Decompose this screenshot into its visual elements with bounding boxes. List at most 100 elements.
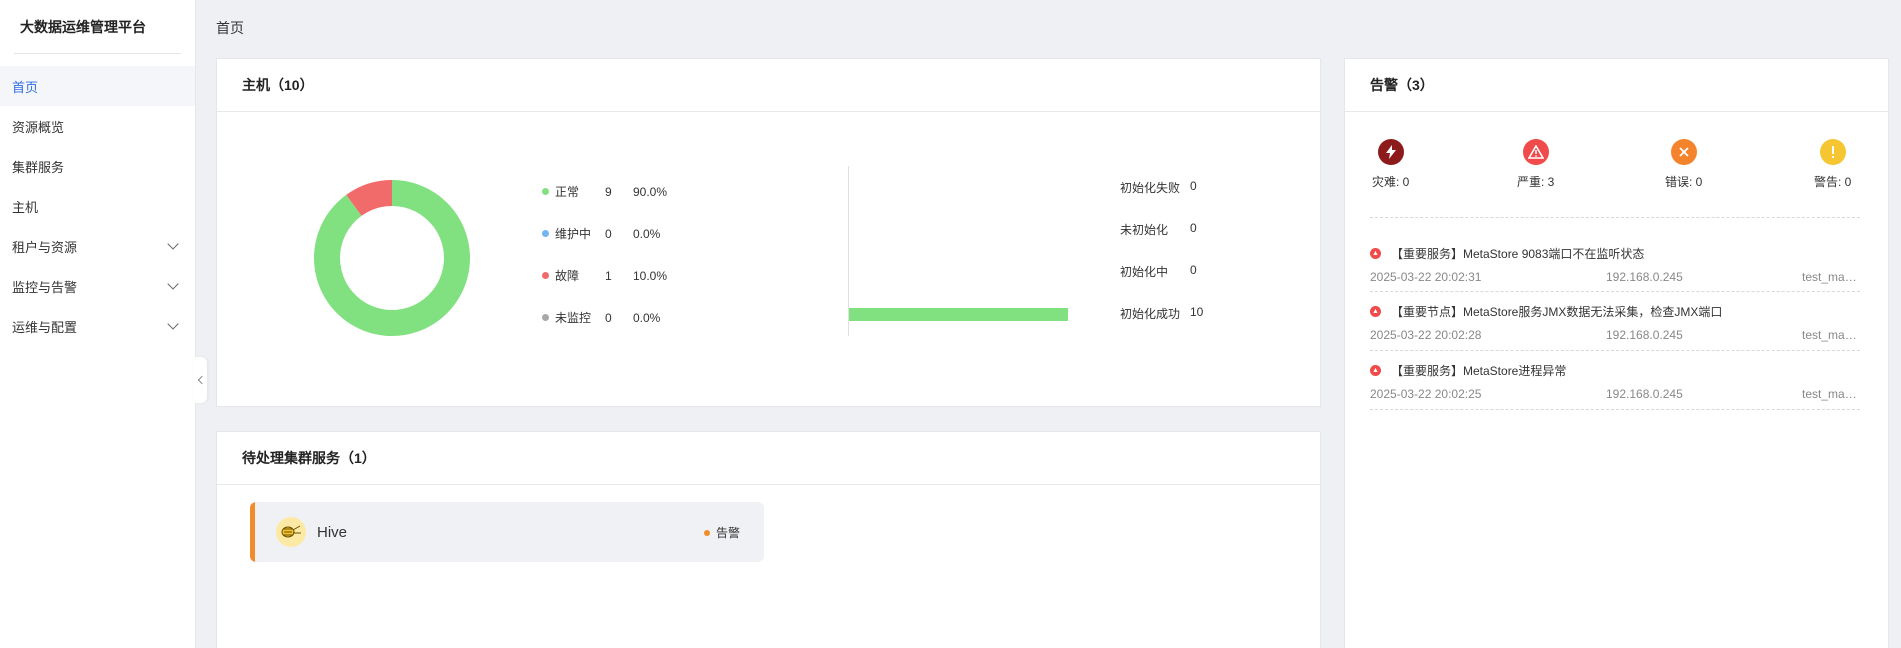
severity-label: 严重: 3 <box>1517 175 1555 189</box>
legend-percent: 90.0% <box>633 184 668 199</box>
legend-dot <box>542 230 549 237</box>
warning-triangle-icon <box>1522 139 1549 165</box>
alert-time: 2025-03-22 20:02:25 <box>1370 387 1482 401</box>
alert-severity-icon: ▲ <box>1370 305 1381 317</box>
init-status-uninitialized: 未初始化 0 <box>1120 221 1197 238</box>
init-status-label: 初始化中 <box>1120 265 1169 279</box>
init-success-bar <box>849 308 1068 321</box>
divider <box>1370 350 1860 351</box>
alert-ip: 192.168.0.245 <box>1606 270 1683 284</box>
alert-severity-icon: ▲ <box>1370 247 1381 259</box>
sidebar-item-ops-config[interactable]: 运维与配置 <box>0 306 195 346</box>
sidebar-item-hosts[interactable]: 主机 <box>0 186 195 226</box>
severity-label: 警告: 0 <box>1814 175 1852 189</box>
sidebar-item-label: 监控与告警 <box>12 279 78 295</box>
close-icon <box>1670 139 1697 165</box>
alert-title-row: ▲ 【重要节点】MetaStore服务JMX数据无法采集，检查JMX端口 <box>1370 302 1860 320</box>
chevron-down-icon <box>167 278 179 290</box>
app-title: 大数据运维管理平台 <box>14 0 181 54</box>
chevron-left-icon <box>197 375 207 385</box>
sidebar-item-tenants-resources[interactable]: 租户与资源 <box>0 226 195 266</box>
sidebar-item-label: 首页 <box>12 79 39 95</box>
init-status-label: 未初始化 <box>1120 223 1169 237</box>
legend-count: 9 <box>605 184 612 199</box>
sidebar-collapse-button[interactable] <box>194 357 207 403</box>
severity-critical[interactable]: 严重: 3 <box>1517 139 1554 190</box>
sidebar-menu: 首页 资源概览 集群服务 主机 租户与资源 监控与告警 运维与配置 <box>0 66 195 346</box>
lightning-icon <box>1377 139 1404 165</box>
init-status-success: 初始化成功 10 <box>1120 305 1203 322</box>
alert-time: 2025-03-22 20:02:31 <box>1370 270 1482 284</box>
alert-ip: 192.168.0.245 <box>1606 328 1683 342</box>
sidebar-item-label: 资源概览 <box>12 119 65 135</box>
service-accent-bar <box>250 502 255 562</box>
init-status-label: 初始化失败 <box>1120 181 1181 195</box>
alert-host: test_master <box>1802 387 1860 401</box>
service-status: 告警 <box>703 524 740 541</box>
alert-meta: 2025-03-22 20:02:28 192.168.0.245 test_m… <box>1370 328 1860 344</box>
init-status-label: 初始化成功 <box>1120 307 1181 321</box>
init-status-value: 0 <box>1190 179 1197 193</box>
init-status-value: 10 <box>1190 305 1204 319</box>
legend-count: 0 <box>605 226 612 241</box>
legend-label: 维护中 <box>555 227 592 241</box>
legend-count: 1 <box>605 268 612 283</box>
alerts-card: 告警（3） 灾难: 0 严重: 3 错误: 0 警告: 0 ▲ 【重要服务】Me… <box>1344 58 1889 648</box>
legend-item-normal: 正常 9 90.0% <box>542 183 667 200</box>
legend-percent: 0.0% <box>633 226 661 241</box>
service-name: Hive <box>317 523 348 541</box>
breadcrumb: 首页 <box>216 20 244 36</box>
legend-item-unmonitored: 未监控 0 0.0% <box>542 309 660 326</box>
severity-label: 错误: 0 <box>1665 175 1703 189</box>
sidebar-item-label: 运维与配置 <box>12 319 78 335</box>
chevron-down-icon <box>167 318 179 330</box>
legend-dot <box>542 188 549 195</box>
hosts-card-title: 主机（10） <box>217 59 1320 112</box>
legend-dot <box>542 314 549 321</box>
init-status-value: 0 <box>1190 263 1197 277</box>
alert-meta: 2025-03-22 20:02:25 192.168.0.245 test_m… <box>1370 387 1860 403</box>
exclamation-icon <box>1819 139 1846 165</box>
alert-title-row: ▲ 【重要服务】MetaStore进程异常 <box>1370 361 1860 379</box>
divider <box>1370 291 1860 292</box>
alert-ip: 192.168.0.245 <box>1606 387 1683 401</box>
alert-item[interactable]: ▲ 【重要节点】MetaStore服务JMX数据无法采集，检查JMX端口 202… <box>1370 302 1860 344</box>
legend-label: 正常 <box>555 185 580 199</box>
sidebar-item-label: 集群服务 <box>12 159 65 175</box>
severity-disaster[interactable]: 灾难: 0 <box>1372 139 1409 190</box>
sidebar-item-cluster-services[interactable]: 集群服务 <box>0 146 195 186</box>
host-status-donut <box>314 180 470 336</box>
legend-dot <box>542 272 549 279</box>
legend-item-maintenance: 维护中 0 0.0% <box>542 225 660 242</box>
hive-logo-icon <box>276 517 306 547</box>
severity-label: 灾难: 0 <box>1372 175 1410 189</box>
alert-title: 【重要服务】MetaStore进程异常 <box>1391 363 1567 378</box>
pending-services-card: 待处理集群服务（1） Hive 告警 <box>216 431 1321 648</box>
sidebar-item-monitoring-alerts[interactable]: 监控与告警 <box>0 266 195 306</box>
sidebar-item-resource-overview[interactable]: 资源概览 <box>0 106 195 146</box>
alert-severity-icon: ▲ <box>1370 364 1381 376</box>
sidebar-item-home[interactable]: 首页 <box>0 66 195 106</box>
sidebar-item-label: 租户与资源 <box>12 239 78 255</box>
legend-item-fault: 故障 1 10.0% <box>542 267 667 284</box>
alert-time: 2025-03-22 20:02:28 <box>1370 328 1482 342</box>
status-dot <box>703 529 710 536</box>
divider <box>1370 409 1860 410</box>
severity-warning[interactable]: 警告: 0 <box>1814 139 1851 190</box>
divider <box>1370 217 1860 218</box>
sidebar: 大数据运维管理平台 首页 资源概览 集群服务 主机 租户与资源 监控与告警 运维… <box>0 0 196 648</box>
init-status-value: 0 <box>1190 221 1197 235</box>
alert-title: 【重要服务】MetaStore 9083端口不在监听状态 <box>1391 246 1645 261</box>
legend-percent: 0.0% <box>633 310 661 325</box>
legend-label: 故障 <box>555 269 580 283</box>
severity-error[interactable]: 错误: 0 <box>1665 139 1702 190</box>
alert-title: 【重要节点】MetaStore服务JMX数据无法采集，检查JMX端口 <box>1391 304 1723 319</box>
legend-percent: 10.0% <box>633 268 668 283</box>
alert-item[interactable]: ▲ 【重要服务】MetaStore 9083端口不在监听状态 2025-03-2… <box>1370 244 1860 286</box>
alert-item[interactable]: ▲ 【重要服务】MetaStore进程异常 2025-03-22 20:02:2… <box>1370 361 1860 403</box>
chevron-down-icon <box>167 238 179 250</box>
service-card-hive[interactable]: Hive 告警 <box>250 502 764 562</box>
legend-count: 0 <box>605 310 612 325</box>
sidebar-item-label: 主机 <box>12 199 39 215</box>
service-status-label: 告警 <box>715 526 740 540</box>
